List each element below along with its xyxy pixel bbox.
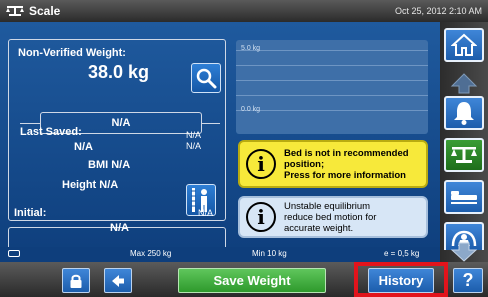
- scale-division: e = 0,5 kg: [384, 249, 420, 258]
- arrow-down-icon: [450, 242, 478, 262]
- back-button[interactable]: [104, 268, 132, 293]
- bed-icon: [451, 191, 477, 204]
- graph-top-label: 5.0 kg: [241, 45, 261, 52]
- min-capacity: Min 10 kg: [252, 249, 287, 258]
- initial-value: N/A: [110, 222, 129, 234]
- bell-icon: [454, 102, 474, 125]
- home-button[interactable]: [444, 28, 484, 62]
- highlight-frame: [354, 262, 448, 297]
- arrow-left-icon: [112, 274, 124, 287]
- bed-position-warning[interactable]: i Bed is not in recommended position; Pr…: [238, 140, 428, 188]
- grid-line: [236, 95, 428, 96]
- title-text: Scale: [29, 4, 61, 18]
- warning-line-2: position;: [284, 158, 325, 170]
- lock-button[interactable]: [62, 268, 90, 293]
- bed-button[interactable]: [444, 180, 484, 214]
- arrow-up-icon: [450, 73, 478, 94]
- weight-value: 38.0 kg: [88, 62, 150, 82]
- last-saved-right-bottom: N/A: [186, 141, 202, 151]
- divider: [20, 123, 40, 124]
- alarm-button[interactable]: [444, 96, 484, 130]
- weight-graph: 5.0 kg 0.0 kg: [236, 40, 428, 134]
- magnifier-icon: [196, 68, 217, 89]
- save-weight-button[interactable]: Save Weight: [178, 268, 326, 293]
- battery-icon: [8, 250, 20, 257]
- last-saved-right-top: N/A: [186, 130, 202, 140]
- info-icon: i: [246, 149, 276, 179]
- warning-text: Bed is not in recommended position; Pres…: [284, 148, 409, 181]
- right-sidebar: [440, 22, 488, 262]
- graph-bottom-label: 0.0 kg: [241, 106, 261, 113]
- scale-icon: [451, 147, 477, 163]
- status-bar: Max 250 kg Min 10 kg e = 0,5 kg: [0, 247, 440, 261]
- last-saved-value: N/A: [74, 141, 93, 153]
- warning-line-3: Press for more information: [284, 169, 406, 181]
- height-value: Height N/A: [62, 179, 119, 191]
- grid-line: [236, 110, 428, 111]
- last-saved-label: Last Saved:: [20, 126, 82, 138]
- help-button[interactable]: ?: [453, 268, 483, 293]
- grid-line: [236, 65, 428, 66]
- main-panel: Non-Verified Weight: 38.0 kg N/A Last Sa…: [0, 22, 440, 262]
- initial-label: Initial:: [14, 207, 47, 219]
- info-icon: i: [246, 202, 276, 232]
- search-button[interactable]: [191, 63, 221, 93]
- datetime: Oct 25, 2012 2:10 AM: [394, 6, 482, 16]
- grid-line: [236, 80, 428, 81]
- scroll-up-button[interactable]: [444, 66, 484, 100]
- scale-icon: [6, 6, 24, 16]
- non-verified-weight-label: Non-Verified Weight:: [18, 47, 126, 59]
- max-capacity: Max 250 kg: [130, 249, 172, 258]
- lock-icon: [70, 274, 82, 288]
- grid-line: [236, 50, 428, 51]
- bmi-value: BMI N/A: [88, 159, 131, 171]
- scale-button[interactable]: [444, 138, 484, 172]
- initial-right: N/A: [198, 208, 214, 218]
- divider: [202, 123, 220, 124]
- home-icon: [451, 33, 477, 56]
- info-text: Unstable equilibrium reduce bed motion f…: [284, 201, 376, 234]
- equilibrium-info: i Unstable equilibrium reduce bed motion…: [238, 196, 428, 238]
- info-line-1: Unstable equilibrium: [284, 200, 371, 212]
- warning-line-1: Bed is not in recommended: [284, 147, 409, 159]
- app-title: Scale: [6, 4, 60, 18]
- title-bar: Scale Oct 25, 2012 2:10 AM: [0, 0, 488, 22]
- scroll-down-button[interactable]: [444, 242, 484, 262]
- info-line-3: accurate weight.: [284, 222, 354, 234]
- info-line-2: reduce bed motion for: [284, 211, 377, 223]
